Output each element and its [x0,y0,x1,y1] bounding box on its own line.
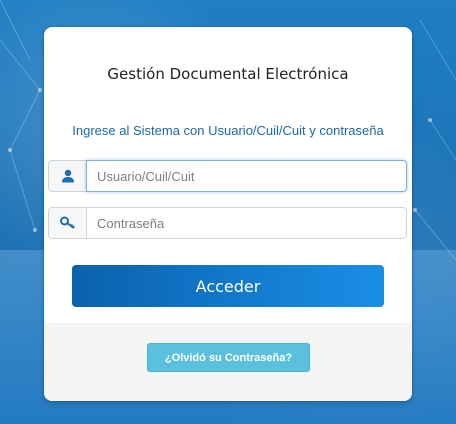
username-field-group [48,160,407,192]
login-button[interactable]: Acceder [72,265,384,307]
password-input[interactable] [86,207,407,239]
login-card: Gestión Documental Electrónica Ingrese a… [44,27,412,401]
key-icon [48,207,86,239]
user-icon [48,160,86,192]
password-field-group [48,207,407,239]
card-footer: ¿Olvidó su Contraseña? [44,323,412,401]
forgot-password-button[interactable]: ¿Olvidó su Contraseña? [147,343,310,372]
username-input[interactable] [86,160,407,192]
page-title: Gestión Documental Electrónica [107,65,349,83]
login-instructions: Ingrese al Sistema con Usuario/Cuil/Cuit… [72,123,384,138]
